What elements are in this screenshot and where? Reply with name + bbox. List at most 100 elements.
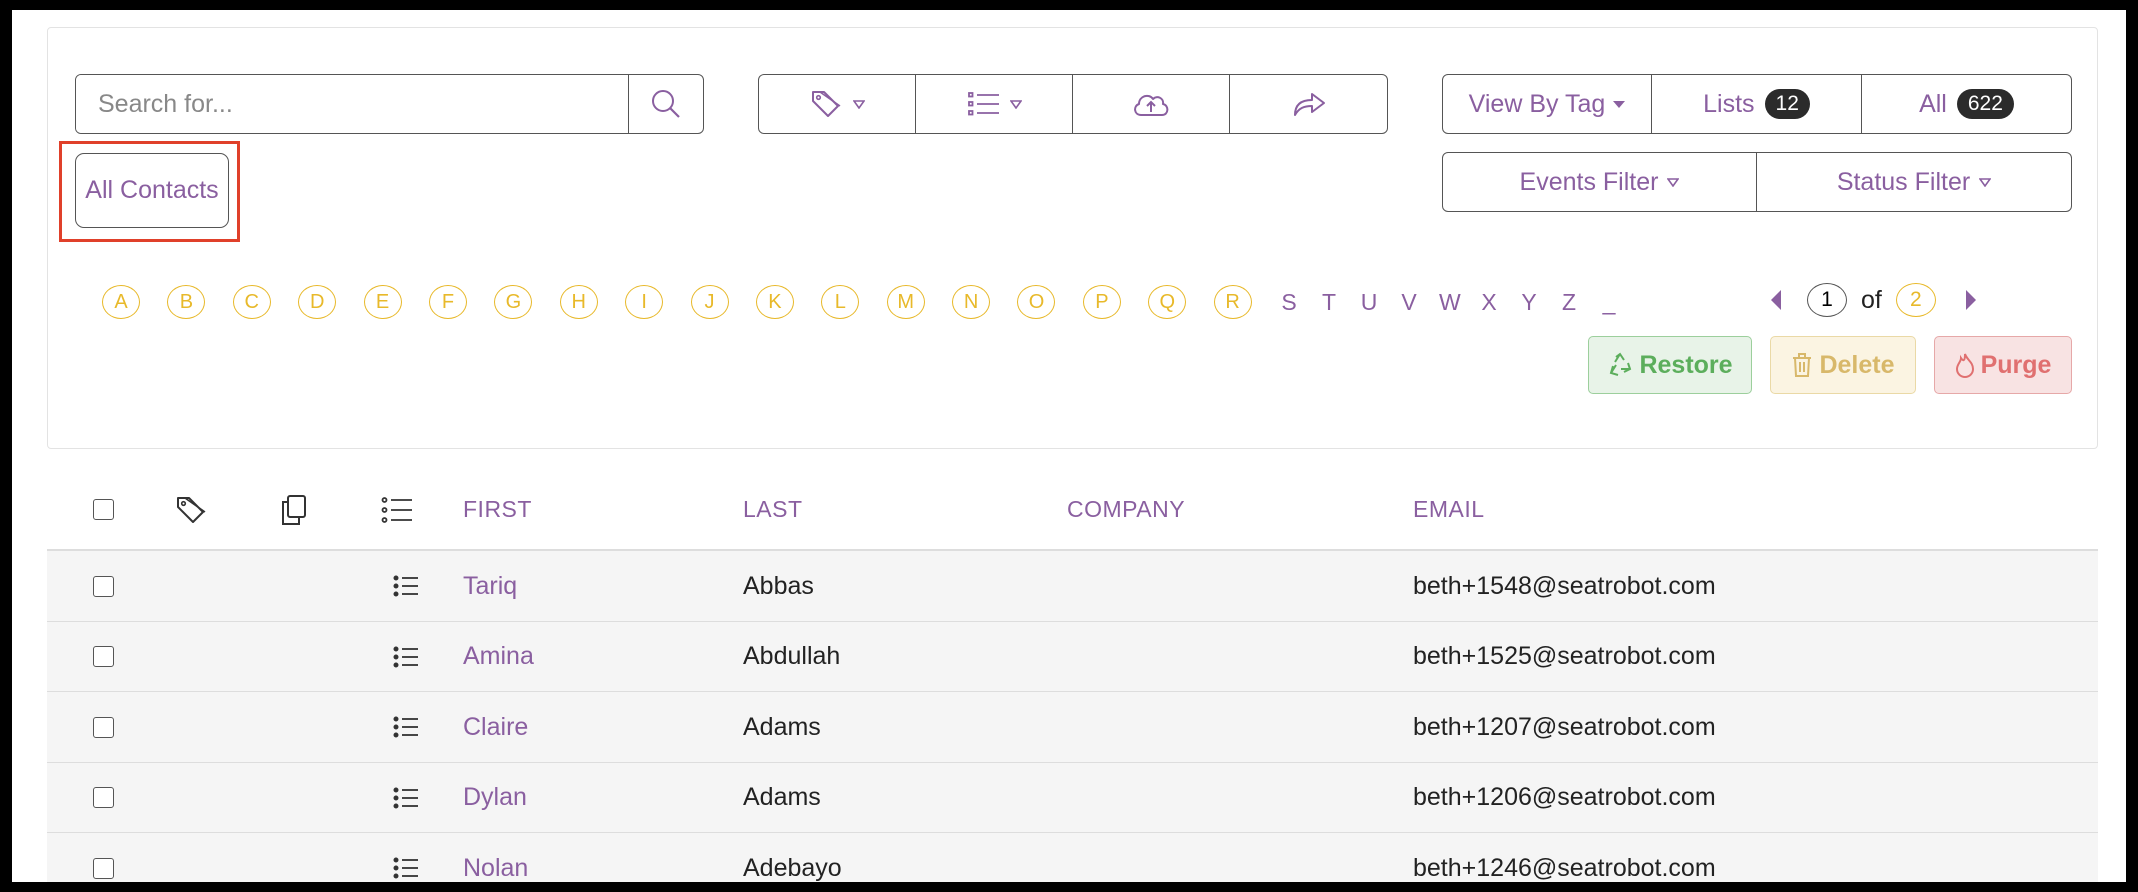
letter-filter-k[interactable]: K <box>755 285 794 319</box>
first-name-cell[interactable]: Amina <box>463 622 534 692</box>
delete-button[interactable]: Delete <box>1770 336 1916 394</box>
letter-filter-t[interactable]: T <box>1319 289 1339 316</box>
first-name-cell[interactable]: Tariq <box>463 551 517 621</box>
row-list-cell[interactable] <box>393 833 419 882</box>
tag-column-header[interactable] <box>175 468 209 551</box>
search-input[interactable] <box>76 75 628 133</box>
search-box <box>75 74 704 134</box>
first-name-cell[interactable]: Claire <box>463 692 528 762</box>
lists-label: Lists <box>1703 89 1755 118</box>
row-checkbox[interactable] <box>93 646 114 667</box>
table-row[interactable]: Dylan Adams beth+1206@seatrobot.com <box>47 762 2098 833</box>
list-menu-button[interactable] <box>916 75 1073 133</box>
email-column-header[interactable]: EMAIL <box>1413 468 1485 551</box>
letter-filter-l[interactable]: L <box>821 285 860 319</box>
row-select-cell <box>93 551 114 621</box>
letter-filter-underscore[interactable]: _ <box>1599 289 1619 316</box>
last-name-cell: Adams <box>743 712 821 741</box>
restore-button[interactable]: Restore <box>1588 336 1752 394</box>
next-page-icon[interactable] <box>1964 289 1978 311</box>
last-column-header[interactable]: LAST <box>743 468 803 551</box>
all-button[interactable]: All 622 <box>1862 75 2071 133</box>
search-button[interactable] <box>628 75 703 133</box>
view-by-tag-label: View By Tag <box>1468 89 1606 118</box>
copy-icon <box>282 494 306 525</box>
select-all-checkbox[interactable] <box>93 499 114 520</box>
table-body: Tariq Abbas beth+1548@seatrobot.com Amina Ab… <box>47 551 2098 882</box>
purge-button[interactable]: Purge <box>1934 336 2072 394</box>
prev-page-icon[interactable] <box>1769 289 1783 311</box>
table-row[interactable]: Claire Adams beth+1207@seatrobot.com <box>47 692 2098 763</box>
letter-filter-x[interactable]: X <box>1479 289 1499 316</box>
current-page[interactable]: 1 <box>1807 283 1847 317</box>
tag-menu-button[interactable] <box>759 75 916 133</box>
letter-filter-z[interactable]: Z <box>1559 289 1579 316</box>
email-cell: beth+1548@seatrobot.com <box>1413 571 1716 600</box>
row-select-cell <box>93 622 114 692</box>
lists-button[interactable]: Lists 12 <box>1652 75 1862 133</box>
copy-column-header[interactable] <box>279 468 309 551</box>
email-cell: beth+1207@seatrobot.com <box>1413 712 1716 741</box>
letter-filter-p[interactable]: P <box>1082 285 1121 319</box>
letter-filter-d[interactable]: D <box>298 285 337 319</box>
row-checkbox[interactable] <box>93 787 114 808</box>
all-label: All <box>1919 89 1947 118</box>
letter-filter-n[interactable]: N <box>952 285 991 319</box>
letter-filter-v[interactable]: V <box>1399 289 1419 316</box>
all-contacts-button[interactable]: All Contacts <box>75 153 229 228</box>
total-pages[interactable]: 2 <box>1895 283 1936 317</box>
row-checkbox[interactable] <box>93 575 114 597</box>
letter-filter-m[interactable]: M <box>886 285 925 319</box>
company-column-header[interactable]: COMPANY <box>1067 468 1185 551</box>
letter-filter-j[interactable]: J <box>690 285 729 319</box>
letter-filter-i[interactable]: I <box>625 285 664 319</box>
row-checkbox[interactable] <box>93 857 114 879</box>
first-name-cell[interactable]: Dylan <box>463 763 527 833</box>
letter-filter-o[interactable]: O <box>1017 285 1056 319</box>
list-icon <box>381 496 412 523</box>
letter-filter-g[interactable]: G <box>494 285 533 319</box>
tag-icon <box>177 496 206 523</box>
first-name-cell[interactable]: Nolan <box>463 833 528 882</box>
share-button[interactable] <box>1230 75 1387 133</box>
caret-down-icon <box>1613 100 1626 108</box>
row-list-cell[interactable] <box>393 763 419 833</box>
letter-filter-h[interactable]: H <box>559 285 598 319</box>
list-icon <box>393 646 418 667</box>
letter-filter-q[interactable]: Q <box>1148 285 1187 319</box>
row-select-cell <box>93 833 114 882</box>
row-list-cell[interactable] <box>393 692 419 762</box>
letter-filter-e[interactable]: E <box>363 285 402 319</box>
row-checkbox[interactable] <box>93 716 114 738</box>
letter-filter-b[interactable]: B <box>167 285 206 319</box>
all-count-badge: 622 <box>1956 89 2014 119</box>
upload-button[interactable] <box>1073 75 1230 133</box>
table-row[interactable]: Nolan Adebayo beth+1246@seatrobot.com <box>47 833 2098 882</box>
status-filter-dropdown[interactable]: Status Filter <box>1757 153 2071 211</box>
row-select-cell <box>93 763 114 833</box>
list-column-header[interactable] <box>381 468 413 551</box>
letter-filter-y[interactable]: Y <box>1519 289 1539 316</box>
contacts-table: FIRST LAST COMPANY EMAIL Tariq Abbas beth+… <box>47 468 2098 882</box>
alphabet-filter: A B C D E F G H I J K L M N O P Q R S T U V W X Y Z _ <box>102 282 1639 322</box>
events-filter-dropdown[interactable]: Events Filter <box>1443 153 1757 211</box>
letter-filter-u[interactable]: U <box>1359 289 1379 316</box>
letter-filter-a[interactable]: A <box>102 285 140 319</box>
view-by-tag-dropdown[interactable]: View By Tag <box>1443 75 1652 133</box>
last-name-cell: Adams <box>743 783 821 811</box>
letter-filter-c[interactable]: C <box>232 285 271 319</box>
letter-filter-r[interactable]: R <box>1213 285 1252 319</box>
table-row[interactable]: Tariq Abbas beth+1548@seatrobot.com <box>47 551 2098 622</box>
view-controls: View By Tag Lists 12 All 622 <box>1442 74 2072 134</box>
table-row[interactable]: Amina Abdullah beth+1525@seatrobot.com <box>47 621 2098 692</box>
bulk-action-toolbar <box>758 74 1388 134</box>
app-frame: View By Tag Lists12 All622 Events Filter… <box>12 10 2126 882</box>
letter-filter-s[interactable]: S <box>1279 289 1299 316</box>
row-list-cell[interactable] <box>393 622 419 692</box>
status-filter-label: Status Filter <box>1836 167 1971 196</box>
letter-filter-f[interactable]: F <box>428 285 467 319</box>
letter-filter-w[interactable]: W <box>1439 289 1461 316</box>
row-list-cell[interactable] <box>393 551 419 621</box>
delete-label: Delete <box>1819 350 1895 379</box>
first-column-header[interactable]: FIRST <box>463 468 532 551</box>
